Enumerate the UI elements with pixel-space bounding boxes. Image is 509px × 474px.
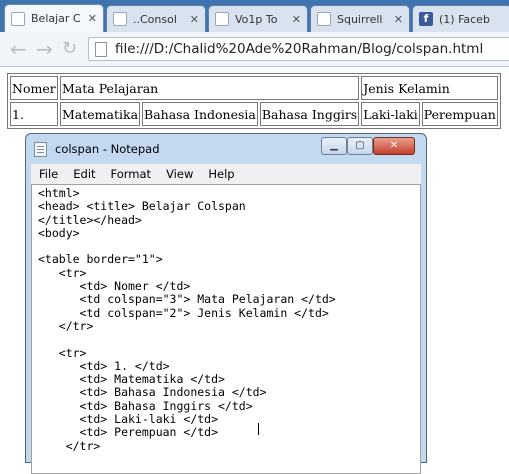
table-cell: 1. <box>10 102 58 126</box>
tab-title: Vo1p To <box>235 12 278 26</box>
close-button[interactable]: ✕ <box>373 137 415 155</box>
window-title: colspan - Notepad <box>55 142 160 156</box>
notepad-window: colspan - Notepad ▁ ▢ ✕ File Edit Format… <box>25 133 427 474</box>
table-cell: Bahasa Indonesia <box>142 102 258 126</box>
tab-facebook[interactable]: f (1) Faceb <box>412 5 509 32</box>
tab-console[interactable]: ..Consol ✕ <box>106 5 206 32</box>
tab-title: (1) Faceb <box>439 12 490 26</box>
menu-format[interactable]: Format <box>111 167 152 181</box>
tab-vo1p[interactable]: Vo1p To ✕ <box>208 5 308 32</box>
table-row: Nomer Mata Pelajaran Jenis Kelamin <box>10 76 498 100</box>
rendered-table: Nomer Mata Pelajaran Jenis Kelamin 1. Ma… <box>7 73 501 129</box>
back-arrow-icon[interactable]: ← <box>10 38 27 60</box>
tab-close-icon[interactable]: ✕ <box>394 13 403 26</box>
notepad-title-bar[interactable]: colspan - Notepad ▁ ▢ ✕ <box>26 134 426 164</box>
minimize-button[interactable]: ▁ <box>321 137 347 155</box>
tab-close-icon[interactable]: ✕ <box>88 12 97 25</box>
tab-title: Squirrell <box>337 12 383 26</box>
tab-belajar-colspan[interactable]: Belajar C ✕ <box>4 4 104 32</box>
table-cell: Bahasa Inggirs <box>259 102 360 126</box>
table-row: 1. Matematika Bahasa Indonesia Bahasa In… <box>10 102 498 126</box>
url-text: file:///D:/Chalid%20Ade%20Rahman/Blog/co… <box>115 41 484 57</box>
facebook-icon: f <box>419 12 433 26</box>
browser-tab-strip: Belajar C ✕ ..Consol ✕ Vo1p To ✕ Squirre… <box>0 0 509 32</box>
tab-squirrell[interactable]: Squirrell ✕ <box>310 5 410 32</box>
tab-title: ..Consol <box>133 12 177 26</box>
page-icon <box>215 12 229 26</box>
code-text: <html> <head> <title> Belajar Colspan </… <box>38 186 336 453</box>
notepad-editor[interactable]: <html> <head> <title> Belajar Colspan </… <box>31 184 421 474</box>
page-icon <box>113 12 127 26</box>
address-bar[interactable]: file:///D:/Chalid%20Ade%20Rahman/Blog/co… <box>88 37 509 61</box>
notepad-menu-bar: File Edit Format View Help <box>31 164 421 184</box>
maximize-button[interactable]: ▢ <box>347 137 373 155</box>
table-cell: Matematika <box>60 102 141 126</box>
table-cell: Perempuan <box>421 102 498 126</box>
page-icon <box>317 12 331 26</box>
menu-view[interactable]: View <box>166 167 193 181</box>
menu-help[interactable]: Help <box>208 167 234 181</box>
tab-title: Belajar C <box>31 12 81 25</box>
notepad-icon <box>34 142 47 157</box>
table-cell: Jenis Kelamin <box>361 76 498 100</box>
tab-close-icon[interactable]: ✕ <box>190 13 199 26</box>
page-icon <box>95 41 107 57</box>
tab-close-icon[interactable]: ✕ <box>292 13 301 26</box>
page-icon <box>11 11 25 26</box>
forward-arrow-icon[interactable]: → <box>36 38 53 60</box>
table-cell: Laki-laki <box>361 102 420 126</box>
menu-file[interactable]: File <box>39 167 58 181</box>
menu-edit[interactable]: Edit <box>73 167 95 181</box>
table-cell: Mata Pelajaran <box>60 76 360 100</box>
reload-icon[interactable]: ↻ <box>62 38 77 60</box>
browser-toolbar: ← → ↻ file:///D:/Chalid%20Ade%20Rahman/B… <box>0 32 509 67</box>
text-caret <box>258 423 259 435</box>
table-cell: Nomer <box>10 76 58 100</box>
